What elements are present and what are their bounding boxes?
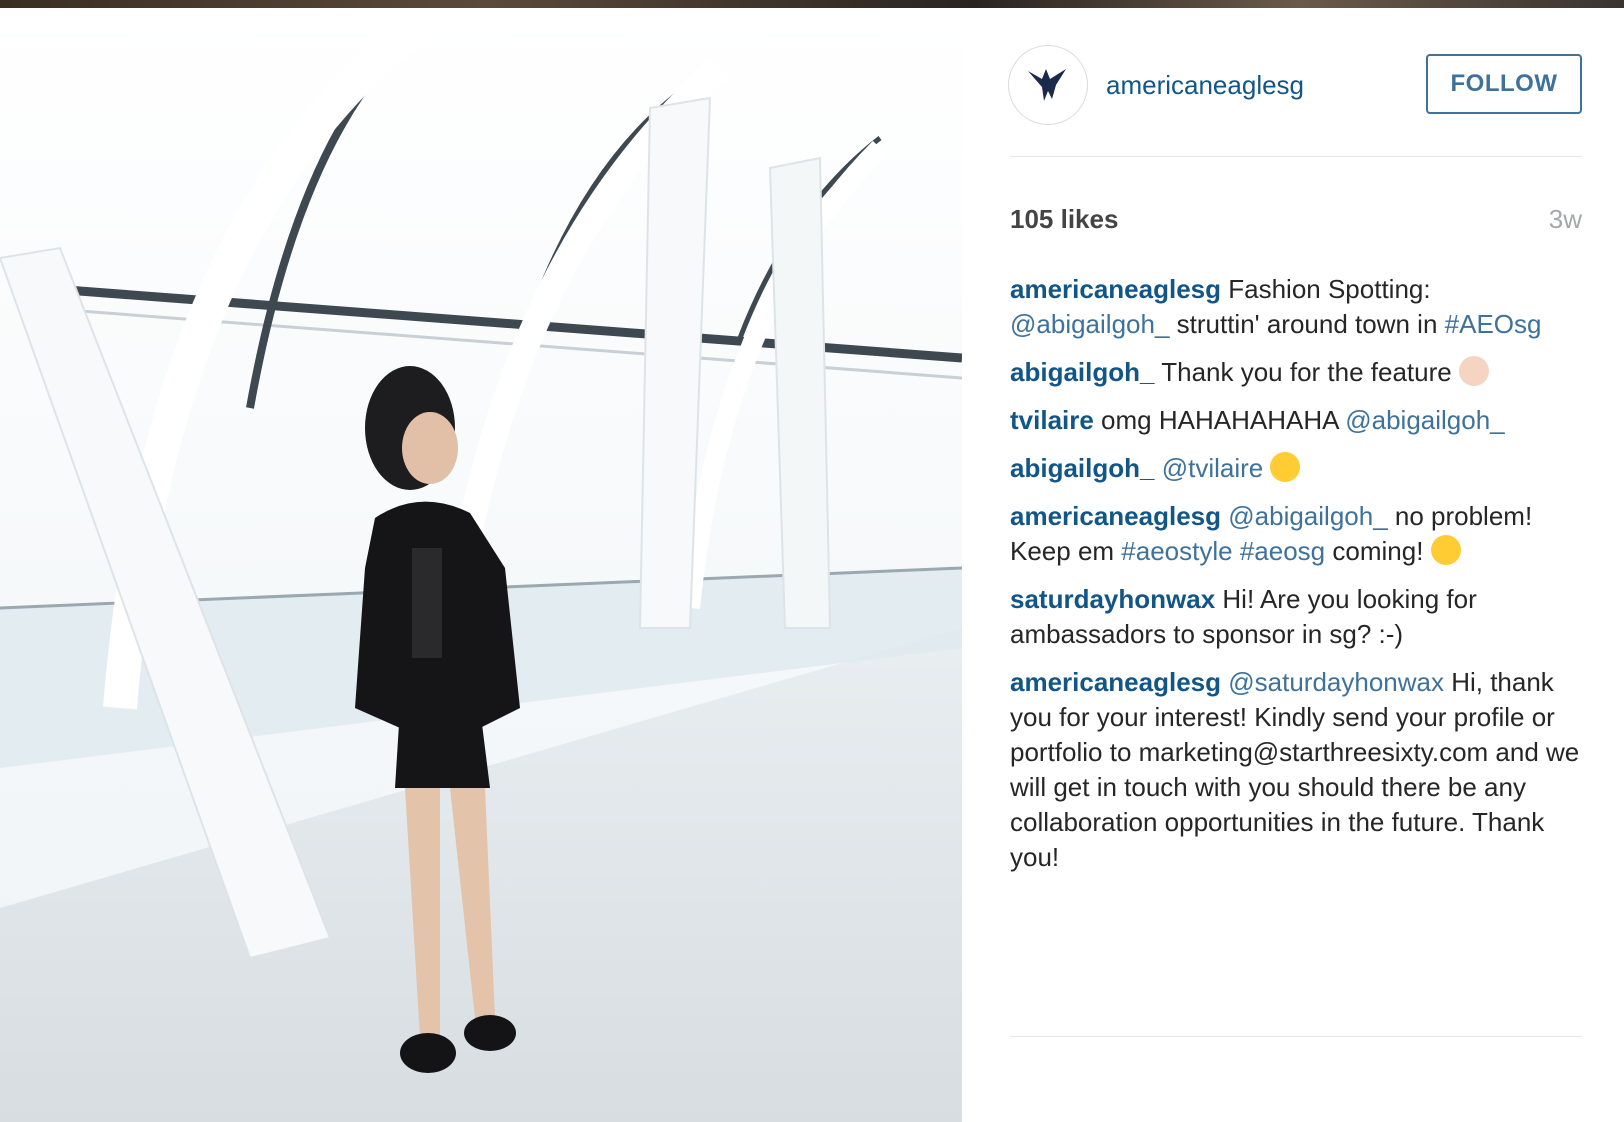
mention-link[interactable]: @abigailgoh_ bbox=[1010, 309, 1169, 339]
comment-username[interactable]: abigailgoh_ bbox=[1010, 357, 1154, 387]
smiling-face-icon bbox=[1430, 535, 1461, 565]
hashtag-link[interactable]: #AEOsg bbox=[1445, 309, 1542, 339]
comment-text bbox=[1154, 453, 1161, 483]
comment-text bbox=[1233, 536, 1240, 566]
footer-divider bbox=[1010, 1036, 1582, 1037]
comment: abigailgoh_ Thank you for the feature bbox=[1010, 355, 1585, 390]
comment-username[interactable]: tvilaire bbox=[1010, 405, 1094, 435]
account-avatar[interactable] bbox=[1008, 45, 1088, 125]
mention-link[interactable]: @tvilaire bbox=[1162, 453, 1264, 483]
comment-text: coming! bbox=[1325, 536, 1431, 566]
comment-text: Thank you for the feature bbox=[1154, 357, 1459, 387]
likes-count[interactable]: 105 likes bbox=[1010, 204, 1118, 235]
face-with-tears-of-joy-icon bbox=[1270, 452, 1301, 482]
comment: americaneaglesg @saturdayhonwax Hi, than… bbox=[1010, 665, 1585, 875]
post-photo[interactable] bbox=[0, 8, 962, 1122]
hashtag-link[interactable]: #aeostyle bbox=[1121, 536, 1232, 566]
account-username[interactable]: americaneaglesg bbox=[1106, 70, 1304, 101]
comment-text: struttin' around town in bbox=[1169, 309, 1445, 339]
comment-text bbox=[1263, 453, 1270, 483]
comment-text: Fashion Spotting: bbox=[1221, 274, 1431, 304]
comment: saturdayhonwax Hi! Are you looking for a… bbox=[1010, 582, 1585, 652]
follow-button[interactable]: FOLLOW bbox=[1426, 54, 1582, 114]
eagle-logo-icon bbox=[1028, 69, 1066, 101]
comment: americaneaglesg @abigailgoh_ no problem!… bbox=[1010, 499, 1585, 569]
person-gesturing-ok-icon bbox=[1458, 356, 1489, 386]
comment: abigailgoh_ @tvilaire bbox=[1010, 451, 1585, 486]
post-details-panel: americaneaglesg FOLLOW 105 likes 3w amer… bbox=[962, 8, 1624, 1122]
comment-username[interactable]: abigailgoh_ bbox=[1010, 453, 1154, 483]
comment-username[interactable]: saturdayhonwax bbox=[1010, 584, 1215, 614]
comment-username[interactable]: americaneaglesg bbox=[1010, 274, 1221, 304]
comment: americaneaglesg Fashion Spotting: @abiga… bbox=[1010, 272, 1585, 342]
backdrop-strip bbox=[0, 0, 1624, 8]
hashtag-link[interactable]: #aeosg bbox=[1240, 536, 1325, 566]
header-divider bbox=[1010, 156, 1582, 157]
mention-link[interactable]: @saturdayhonwax bbox=[1228, 667, 1444, 697]
comment-username[interactable]: americaneaglesg bbox=[1010, 667, 1221, 697]
comment: tvilaire omg HAHAHAHAHA @abigailgoh_ bbox=[1010, 403, 1585, 438]
post-photo-image bbox=[0, 8, 962, 1122]
comment-text: omg HAHAHAHAHA bbox=[1093, 405, 1346, 435]
comment-list: americaneaglesg Fashion Spotting: @abiga… bbox=[1010, 272, 1585, 888]
comment-text: Hi, thank you for your interest! Kindly … bbox=[1010, 667, 1580, 872]
comment-username[interactable]: americaneaglesg bbox=[1010, 501, 1221, 531]
mention-link[interactable]: @abigailgoh_ bbox=[1228, 501, 1387, 531]
post-timestamp[interactable]: 3w bbox=[1549, 204, 1582, 235]
mention-link[interactable]: @abigailgoh_ bbox=[1345, 405, 1504, 435]
